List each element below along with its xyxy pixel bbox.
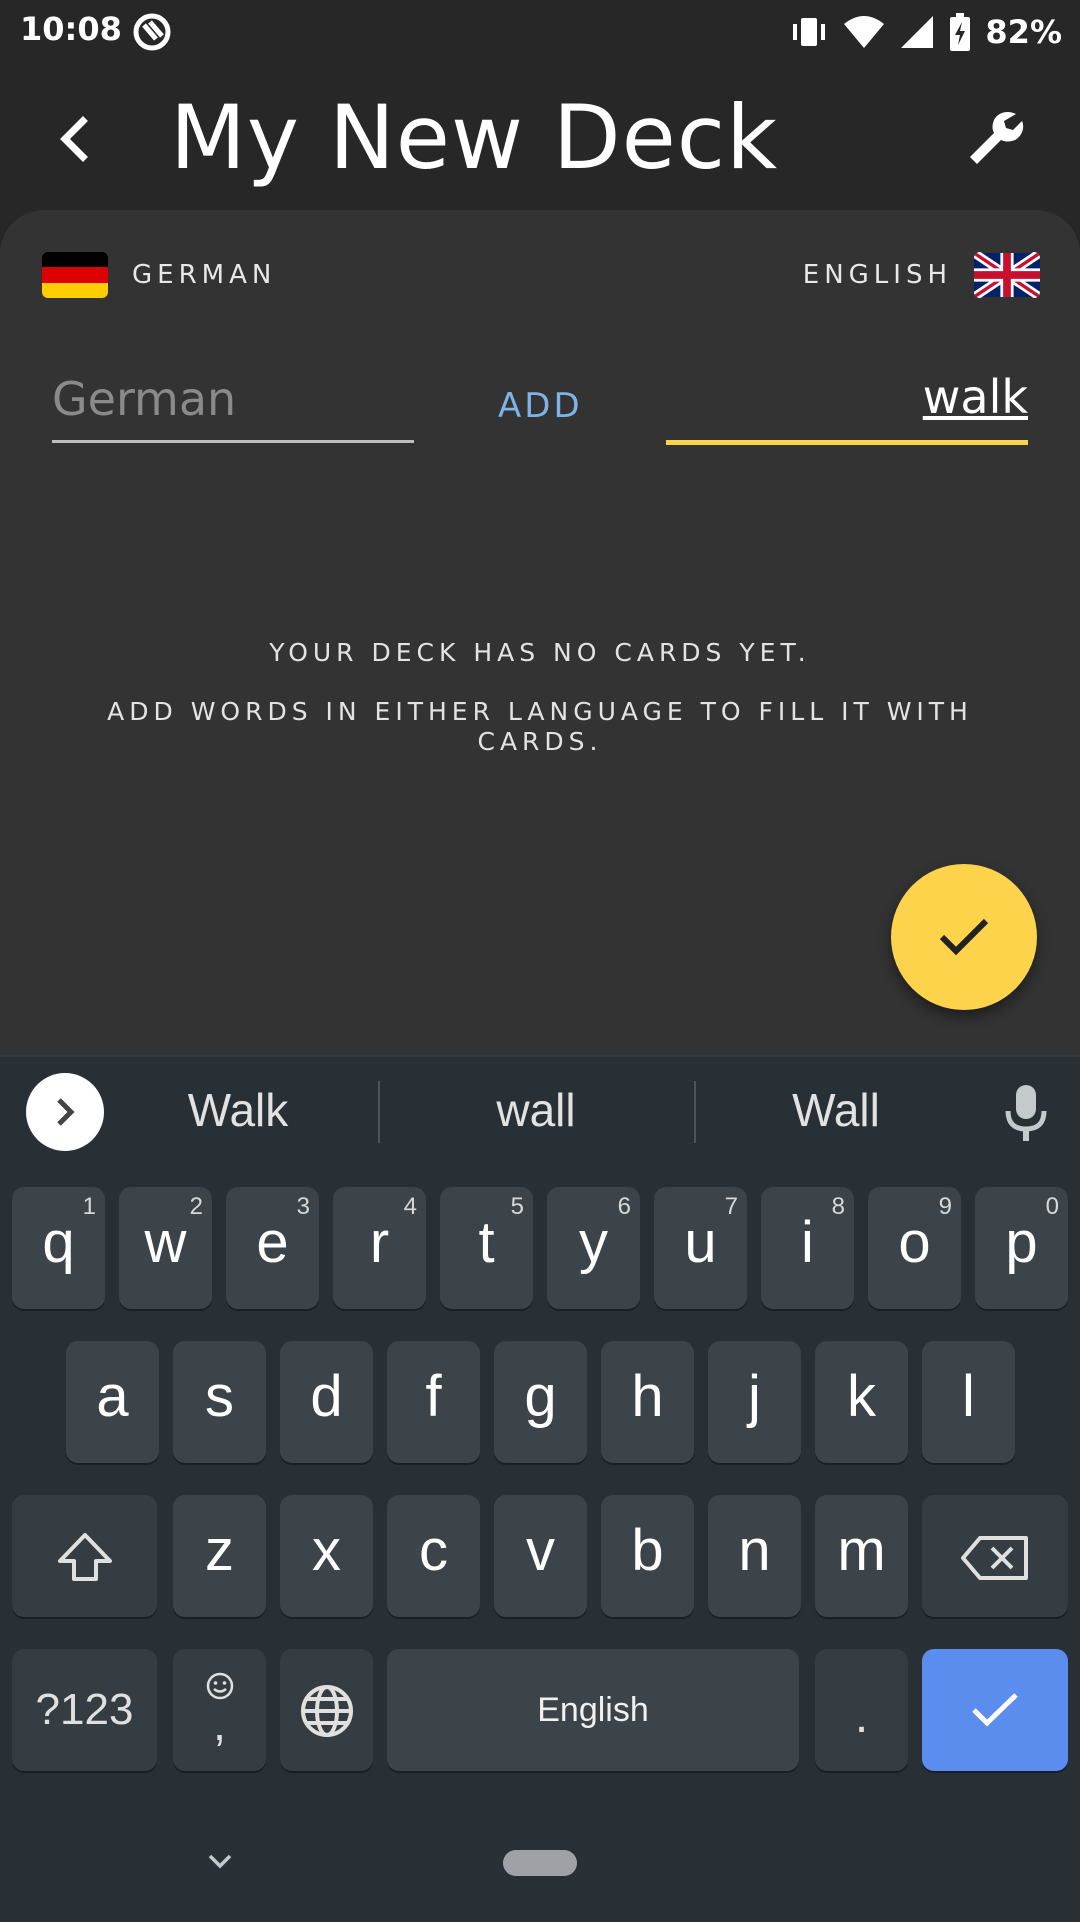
key-y[interactable]: y6 bbox=[547, 1187, 640, 1309]
status-bar: 10:08 82% bbox=[0, 0, 1080, 64]
key-j[interactable]: j bbox=[708, 1341, 801, 1463]
key-w[interactable]: w2 bbox=[119, 1187, 212, 1309]
suggestion-1[interactable]: Walk bbox=[128, 1083, 348, 1137]
enter-key[interactable] bbox=[922, 1649, 1068, 1771]
uk-flag-icon bbox=[974, 252, 1040, 298]
status-time: 10:08 bbox=[20, 10, 122, 48]
key-d[interactable]: d bbox=[280, 1341, 373, 1463]
key-l[interactable]: l bbox=[922, 1341, 1015, 1463]
key-m[interactable]: m bbox=[815, 1495, 908, 1617]
app-bar: My New Deck bbox=[0, 64, 1080, 210]
battery-charging-icon bbox=[950, 13, 971, 51]
backspace-icon bbox=[961, 1536, 1028, 1580]
target-language-label: ENGLISH bbox=[802, 260, 952, 290]
suggestion-expand-button[interactable] bbox=[26, 1073, 104, 1151]
chevron-right-icon bbox=[57, 1098, 75, 1126]
english-word-field[interactable]: walk bbox=[666, 360, 1028, 445]
period-key[interactable]: . bbox=[815, 1649, 908, 1771]
target-language: ENGLISH bbox=[803, 252, 1040, 298]
source-language: GERMAN bbox=[42, 252, 276, 298]
soft-keyboard: Walk wall Wall q1 w2 e3 r4 t5 y6 u7 i8 o… bbox=[0, 1055, 1080, 1922]
key-h[interactable]: h bbox=[601, 1341, 694, 1463]
key-a[interactable]: a bbox=[66, 1341, 159, 1463]
suggestion-divider bbox=[378, 1081, 380, 1143]
key-p[interactable]: p0 bbox=[975, 1187, 1068, 1309]
space-key[interactable]: English bbox=[387, 1649, 799, 1771]
deck-settings-button[interactable] bbox=[960, 104, 1030, 174]
suggestion-3[interactable]: Wall bbox=[726, 1083, 946, 1137]
done-fab[interactable] bbox=[891, 864, 1037, 1010]
key-t[interactable]: t5 bbox=[440, 1187, 533, 1309]
wrench-icon bbox=[970, 112, 1024, 164]
add-button[interactable]: ADD bbox=[498, 386, 583, 426]
key-x[interactable]: x bbox=[280, 1495, 373, 1617]
english-word-value[interactable]: walk bbox=[923, 370, 1028, 424]
status-icons: 82% bbox=[789, 10, 1062, 54]
german-word-field[interactable] bbox=[52, 360, 414, 443]
back-arrow-icon bbox=[60, 116, 88, 162]
language-switch-key[interactable] bbox=[280, 1649, 373, 1771]
suggestion-divider bbox=[694, 1081, 696, 1143]
globe-icon bbox=[301, 1685, 353, 1737]
suggestion-bar: Walk wall Wall bbox=[0, 1057, 1080, 1169]
emoji-comma-key[interactable]: , bbox=[173, 1649, 266, 1771]
key-e[interactable]: e3 bbox=[226, 1187, 319, 1309]
key-z[interactable]: z bbox=[173, 1495, 266, 1617]
key-n[interactable]: n bbox=[708, 1495, 801, 1617]
wifi-icon bbox=[844, 16, 885, 48]
key-b[interactable]: b bbox=[601, 1495, 694, 1617]
key-o[interactable]: o9 bbox=[868, 1187, 961, 1309]
key-i[interactable]: i8 bbox=[761, 1187, 854, 1309]
key-s[interactable]: s bbox=[173, 1341, 266, 1463]
shift-key[interactable] bbox=[12, 1495, 157, 1617]
key-c[interactable]: c bbox=[387, 1495, 480, 1617]
germany-flag-icon bbox=[42, 252, 108, 298]
battery-percent: 82% bbox=[985, 13, 1062, 51]
suggestion-2[interactable]: wall bbox=[426, 1083, 646, 1137]
key-q[interactable]: q1 bbox=[12, 1187, 105, 1309]
key-k[interactable]: k bbox=[815, 1341, 908, 1463]
hide-keyboard-icon[interactable] bbox=[200, 1842, 240, 1882]
empty-state-hint: ADD WORDS IN EITHER LANGUAGE TO FILL IT … bbox=[107, 697, 973, 756]
microphone-icon[interactable] bbox=[1002, 1083, 1050, 1143]
key-v[interactable]: v bbox=[494, 1495, 587, 1617]
app-notification-icon bbox=[133, 13, 171, 51]
symbols-key[interactable]: ?123 bbox=[12, 1649, 157, 1771]
backspace-key[interactable] bbox=[922, 1495, 1068, 1617]
check-icon bbox=[972, 1693, 1018, 1727]
key-u[interactable]: u7 bbox=[654, 1187, 747, 1309]
key-g[interactable]: g bbox=[494, 1341, 587, 1463]
home-handle[interactable] bbox=[503, 1850, 577, 1876]
key-r[interactable]: r4 bbox=[333, 1187, 426, 1309]
check-icon bbox=[939, 918, 989, 956]
vibrate-icon bbox=[793, 18, 826, 46]
key-f[interactable]: f bbox=[387, 1341, 480, 1463]
shift-icon bbox=[58, 1533, 112, 1581]
source-language-label: GERMAN bbox=[132, 260, 277, 290]
navigation-bar bbox=[0, 1822, 1080, 1922]
german-word-input[interactable] bbox=[52, 372, 414, 426]
signal-icon bbox=[901, 16, 934, 48]
page-title: My New Deck bbox=[170, 86, 779, 189]
back-button[interactable] bbox=[38, 104, 108, 174]
empty-state-title: YOUR DECK HAS NO CARDS YET. bbox=[269, 638, 811, 667]
